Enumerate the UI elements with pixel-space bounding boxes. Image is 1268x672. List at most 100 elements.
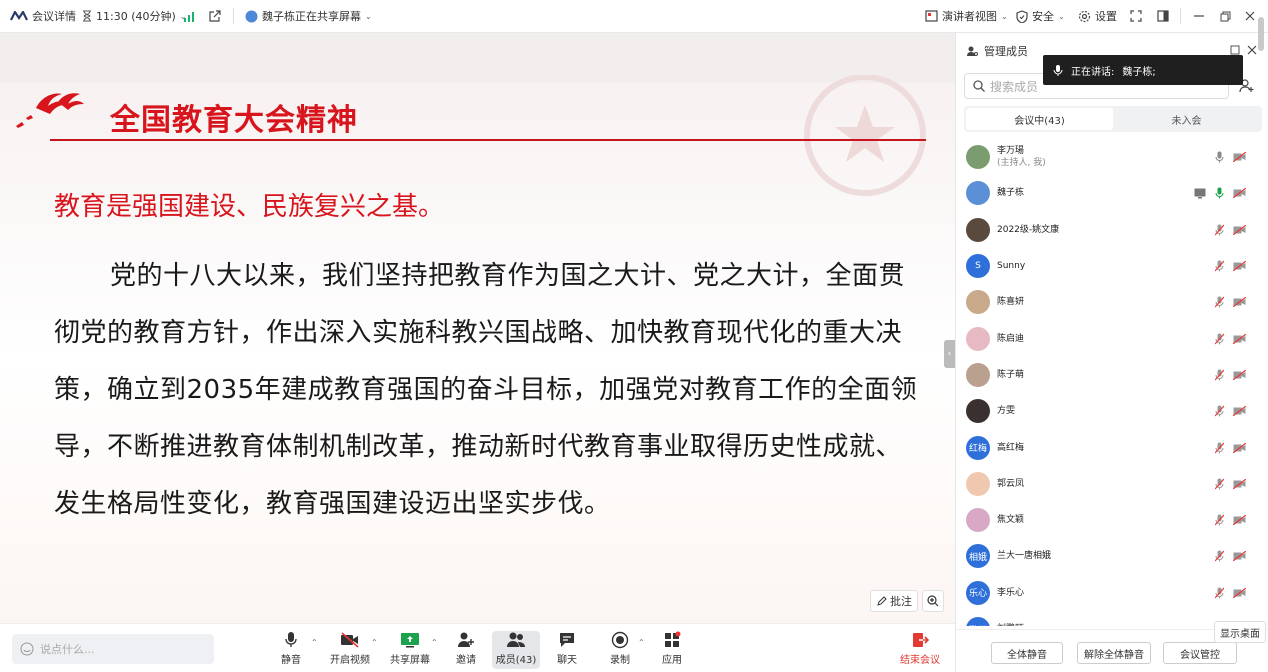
microphone-muted-icon[interactable] [1215, 333, 1224, 345]
member-row[interactable]: 魏子栋 [956, 175, 1256, 211]
signal-icon[interactable] [184, 0, 196, 33]
end-meeting-label: 结束会议 [900, 655, 940, 666]
member-status-icons [1215, 550, 1246, 562]
member-list: 李万瑒 (主持人, 我) 魏子栋 2022级-姚文康 S Sunny 陈喜妍 陈启迪 陈子萌 方雯… [956, 139, 1256, 626]
member-row[interactable]: 陈喜妍 [956, 284, 1256, 320]
minimize-icon[interactable] [1194, 0, 1204, 33]
security-label: 安全 [1032, 10, 1054, 23]
security-button[interactable]: 安全 ⌄ [1016, 0, 1065, 33]
microphone-muted-icon[interactable] [1215, 514, 1224, 526]
member-row[interactable]: 焦文颖 [956, 502, 1256, 538]
camera-off-icon[interactable] [1233, 478, 1246, 489]
avatar [966, 326, 990, 351]
camera-off-icon[interactable] [1233, 515, 1246, 526]
video-label: 开启视频 [330, 655, 370, 666]
chat-input[interactable]: 说点什么... [12, 634, 214, 664]
chat-button[interactable]: 聊天 [543, 631, 591, 669]
microphone-muted-icon[interactable] [1215, 260, 1224, 272]
camera-off-icon[interactable] [1233, 333, 1246, 344]
panel-scrollbar[interactable] [1258, 17, 1264, 51]
video-button[interactable]: 开启视频 [326, 631, 374, 669]
settings-button[interactable]: 设置 [1078, 0, 1117, 33]
member-name: Sunny [997, 261, 1026, 272]
invite-button[interactable]: 邀请 [442, 631, 490, 669]
member-row[interactable]: 陈启迪 [956, 320, 1256, 356]
collapse-panel-handle[interactable]: ‹ [944, 340, 955, 368]
speaker-view-button[interactable]: 演讲者视图 ⌄ [925, 0, 1008, 33]
microphone-muted-icon[interactable] [1215, 550, 1224, 562]
show-desktop-button[interactable]: 显示桌面 [1214, 621, 1266, 643]
members-label: 成员(43) [495, 655, 537, 666]
fullscreen-icon[interactable] [1130, 0, 1142, 33]
camera-off-icon[interactable] [1233, 442, 1246, 453]
camera-off-icon[interactable] [1233, 261, 1246, 272]
mute-button[interactable]: 静音 [267, 631, 315, 669]
unmute-all-button[interactable]: 解除全体静音 [1077, 642, 1151, 664]
close-panel-icon[interactable] [1247, 45, 1257, 55]
camera-off-icon[interactable] [1233, 297, 1246, 308]
chevron-up-icon[interactable]: ⌃ [371, 638, 378, 647]
meeting-time-label: 11:30 (40分钟) [96, 10, 176, 23]
popout-icon[interactable] [208, 0, 221, 33]
camera-off-icon[interactable] [1233, 587, 1246, 598]
meeting-time[interactable]: 11:30 (40分钟) ⌄ [82, 0, 186, 33]
microphone-icon[interactable] [1215, 151, 1224, 163]
member-row[interactable]: 方雯 [956, 393, 1256, 429]
member-row[interactable]: 陈子萌 [956, 357, 1256, 393]
popout-panel-icon[interactable] [1230, 45, 1240, 55]
share-screen-button[interactable]: 共享屏幕 [386, 631, 434, 669]
camera-off-icon[interactable] [1233, 406, 1246, 417]
member-status-icons [1215, 260, 1246, 272]
microphone-icon [284, 631, 298, 649]
camera-off-icon[interactable] [1233, 152, 1246, 163]
user-dot-icon [245, 10, 258, 23]
member-row[interactable]: 乐心 李乐心 [956, 575, 1256, 611]
mute-all-button[interactable]: 全体静音 [991, 642, 1063, 664]
end-meeting-button[interactable]: 结束会议 [896, 631, 944, 669]
microphone-muted-icon[interactable] [1215, 442, 1224, 454]
record-button[interactable]: 录制 [596, 631, 644, 669]
restore-icon[interactable] [1220, 0, 1231, 33]
microphone-muted-icon[interactable] [1215, 587, 1224, 599]
camera-off-icon[interactable] [1233, 224, 1246, 235]
member-row[interactable]: 郭云凤 [956, 466, 1256, 502]
members-button[interactable]: 成员(43) [492, 631, 540, 669]
member-name: 李乐心 [997, 587, 1025, 598]
close-window-icon[interactable] [1245, 0, 1255, 33]
member-manage-icon [966, 45, 978, 57]
member-row[interactable]: 李万瑒 (主持人, 我) [956, 139, 1256, 175]
chevron-up-icon[interactable]: ⌃ [638, 638, 645, 647]
camera-off-icon[interactable] [1233, 369, 1246, 380]
member-row[interactable]: 相娥 兰大一唐相娥 [956, 538, 1256, 574]
zoom-button[interactable] [922, 590, 944, 612]
camera-off-icon[interactable] [1233, 188, 1246, 199]
annotate-button[interactable]: 批注 [870, 590, 918, 612]
apps-button[interactable]: 应用 [648, 631, 696, 669]
member-row[interactable]: 鹏旺刘鹏旺 [956, 611, 1256, 626]
member-row[interactable]: S Sunny [956, 248, 1256, 284]
microphone-muted-icon[interactable] [1215, 405, 1224, 417]
chevron-up-icon[interactable]: ⌃ [311, 638, 318, 647]
chevron-up-icon[interactable]: ⌃ [431, 638, 438, 647]
microphone-muted-icon[interactable] [1215, 224, 1224, 236]
microphone-muted-icon[interactable] [1215, 296, 1224, 308]
camera-off-icon[interactable] [1233, 551, 1246, 562]
app-logo-icon [10, 11, 28, 21]
member-row[interactable]: 红梅 高红梅 [956, 429, 1256, 465]
avatar: 鹏旺 [966, 617, 990, 626]
microphone-muted-icon[interactable] [1215, 478, 1224, 490]
microphone-muted-icon[interactable] [1215, 369, 1224, 381]
tab-not-joined[interactable]: 未入会 [1113, 108, 1260, 130]
top-bar: 会议详情 11:30 (40分钟) ⌄ 魏子栋正在共享屏幕 ⌄ 演讲者视图 ⌄ … [0, 0, 1268, 33]
sidebar-toggle-icon[interactable] [1157, 0, 1169, 33]
sharing-status[interactable]: 魏子栋正在共享屏幕 ⌄ [245, 0, 372, 33]
invite-label: 邀请 [456, 655, 476, 666]
camera-off-icon [340, 631, 360, 649]
member-row[interactable]: 2022级-姚文康 [956, 212, 1256, 248]
microphone-icon[interactable] [1215, 187, 1224, 199]
tab-in-meeting[interactable]: 会议中(43) [966, 108, 1113, 130]
apps-label: 应用 [662, 655, 682, 666]
meeting-details-button[interactable]: 会议详情 [10, 0, 76, 33]
meeting-controls-button[interactable]: 会议管控 [1163, 642, 1237, 664]
member-status-icons [1215, 333, 1246, 345]
